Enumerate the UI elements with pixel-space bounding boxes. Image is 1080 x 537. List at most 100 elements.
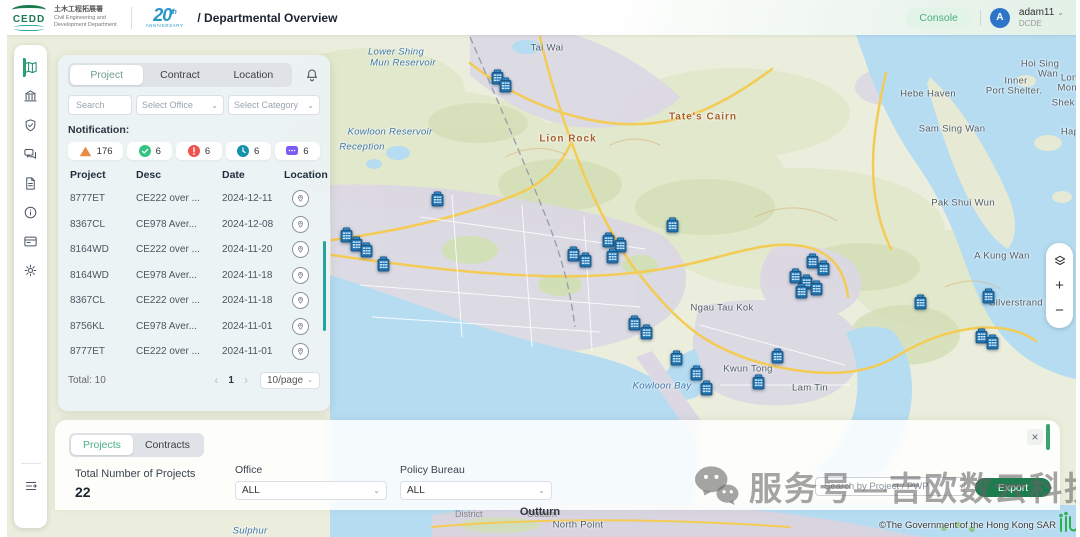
- cell-desc: CE222 over ...: [136, 346, 222, 357]
- sidebar-item-id-card[interactable]: [23, 227, 38, 256]
- tab-projects[interactable]: Projects: [71, 435, 133, 455]
- sidebar-item-organization[interactable]: [23, 82, 38, 111]
- project-search-input[interactable]: [822, 480, 958, 493]
- table-row[interactable]: 8756KLCE978 Aver...2024-11-01: [68, 314, 320, 340]
- bell-icon[interactable]: [304, 67, 320, 83]
- zoom-in-button[interactable]: +: [1046, 273, 1073, 298]
- prev-page-button[interactable]: ‹: [212, 373, 220, 387]
- panel-handle[interactable]: [1046, 424, 1050, 450]
- tab-location[interactable]: Location: [217, 65, 290, 85]
- sidebar-item-info[interactable]: [23, 198, 38, 227]
- cell-date: 2024-12-08: [222, 219, 284, 230]
- row-location-button[interactable]: [292, 318, 309, 335]
- policy-bureau-select[interactable]: ALL ⌄: [400, 481, 552, 500]
- project-marker[interactable]: [666, 217, 679, 233]
- tab-contract[interactable]: Contract: [143, 65, 216, 85]
- badge-count: 6: [254, 146, 259, 157]
- export-button[interactable]: Export: [975, 478, 1051, 497]
- table-row[interactable]: 8777ETCE222 over ...2024-12-11: [68, 186, 320, 212]
- map-attribution: ©The Government of the Hong Kong SAR: [879, 520, 1056, 531]
- row-location-button[interactable]: [292, 216, 309, 233]
- project-marker[interactable]: [771, 348, 784, 364]
- partial-label: District: [455, 509, 483, 519]
- project-marker[interactable]: [986, 334, 999, 350]
- map-label: Lam Tin: [792, 383, 828, 394]
- cell-desc: CE978 Aver...: [136, 321, 222, 332]
- project-marker[interactable]: [499, 77, 512, 93]
- project-marker[interactable]: [795, 283, 808, 299]
- cell-date: 2024-11-01: [222, 321, 284, 332]
- row-location-button[interactable]: [292, 343, 309, 360]
- console-button[interactable]: Console: [906, 8, 971, 28]
- sidebar-item-messages[interactable]: [23, 140, 38, 169]
- statistics-panel: Projects Contracts × Total Number of Pro…: [55, 420, 1060, 510]
- map-label: Port Shelter.: [986, 86, 1042, 97]
- project-marker[interactable]: [914, 294, 927, 310]
- sidebar-item-shield[interactable]: [23, 111, 38, 140]
- project-marker[interactable]: [606, 248, 619, 264]
- row-location-button[interactable]: [292, 190, 309, 207]
- project-marker[interactable]: [817, 260, 830, 276]
- sidebar-item-documents[interactable]: [23, 169, 38, 198]
- notification-label: Notification:: [68, 124, 320, 136]
- policy-bureau-label: Policy Bureau: [400, 464, 552, 476]
- row-location-button[interactable]: [292, 267, 309, 284]
- select-office[interactable]: Select Office ⌄: [136, 95, 224, 115]
- table-row[interactable]: 8777ETCE222 over ...2024-11-01: [68, 339, 320, 365]
- notification-badge-warning[interactable]: 176: [68, 142, 123, 160]
- cell-date: 2024-11-18: [222, 295, 284, 306]
- notification-badge-message[interactable]: 6: [275, 142, 320, 160]
- page-size-select[interactable]: 10/page ⌄: [260, 372, 320, 389]
- cell-desc: CE222 over ...: [136, 244, 222, 255]
- cell-project: 8164WD: [70, 270, 136, 281]
- row-location-button[interactable]: [292, 292, 309, 309]
- project-marker[interactable]: [377, 256, 390, 272]
- project-marker[interactable]: [579, 252, 592, 268]
- tab-project[interactable]: Project: [70, 65, 143, 85]
- sidebar-item-map[interactable]: [23, 53, 38, 82]
- cell-desc: CE978 Aver...: [136, 270, 222, 281]
- badge-count: 6: [156, 146, 161, 157]
- chevron-down-icon: ⌄: [211, 101, 218, 110]
- notification-badge-pending[interactable]: 6: [226, 142, 271, 160]
- cell-date: 2024-11-01: [222, 346, 284, 357]
- cell-date: 2024-11-18: [222, 270, 284, 281]
- notification-badge-alert[interactable]: 6: [176, 142, 221, 160]
- map-label: A Kung Wan: [974, 251, 1029, 262]
- notification-badge-success[interactable]: 6: [127, 142, 172, 160]
- project-marker[interactable]: [810, 280, 823, 296]
- select-category[interactable]: Select Category ⌄: [228, 95, 320, 115]
- table-row[interactable]: 8367CLCE978 Aver...2024-12-08: [68, 212, 320, 238]
- badge-count: 176: [97, 146, 113, 157]
- project-marker[interactable]: [982, 288, 995, 304]
- cell-project: 8164WD: [70, 244, 136, 255]
- avatar[interactable]: A: [990, 8, 1010, 28]
- user-menu[interactable]: adam11⌄ DCDE: [1019, 7, 1064, 29]
- table-row[interactable]: 8367CLCE222 over ...2024-11-18: [68, 288, 320, 314]
- office-label: Office: [235, 464, 387, 476]
- project-marker[interactable]: [640, 324, 653, 340]
- table-row[interactable]: 8164WDCE978 Aver...2024-11-18: [68, 263, 320, 289]
- table-row[interactable]: 8164WDCE222 over ...2024-11-20: [68, 237, 320, 263]
- cedd-logo-mark: CEDD: [12, 5, 46, 31]
- project-marker[interactable]: [690, 365, 703, 381]
- project-marker[interactable]: [700, 380, 713, 396]
- page-number[interactable]: 1: [228, 375, 234, 386]
- project-marker[interactable]: [360, 242, 373, 258]
- tab-contracts[interactable]: Contracts: [133, 435, 202, 455]
- layers-icon[interactable]: [1046, 248, 1073, 273]
- next-page-button[interactable]: ›: [242, 373, 250, 387]
- close-panel-icon[interactable]: ×: [1027, 429, 1043, 445]
- scrollbar-thumb[interactable]: [323, 241, 326, 331]
- search-input[interactable]: [74, 99, 126, 111]
- map-label: Kowloon Bay: [633, 381, 692, 392]
- project-marker[interactable]: [431, 191, 444, 207]
- sidebar-item-settings[interactable]: [23, 256, 38, 285]
- project-marker[interactable]: [670, 350, 683, 366]
- zoom-out-button[interactable]: −: [1046, 298, 1073, 323]
- row-location-button[interactable]: [292, 241, 309, 258]
- collapse-sidebar-icon[interactable]: [14, 472, 47, 500]
- office-select[interactable]: ALL ⌄: [235, 481, 387, 500]
- project-marker[interactable]: [752, 374, 765, 390]
- map-label: Kowloon Reservoir: [348, 127, 433, 138]
